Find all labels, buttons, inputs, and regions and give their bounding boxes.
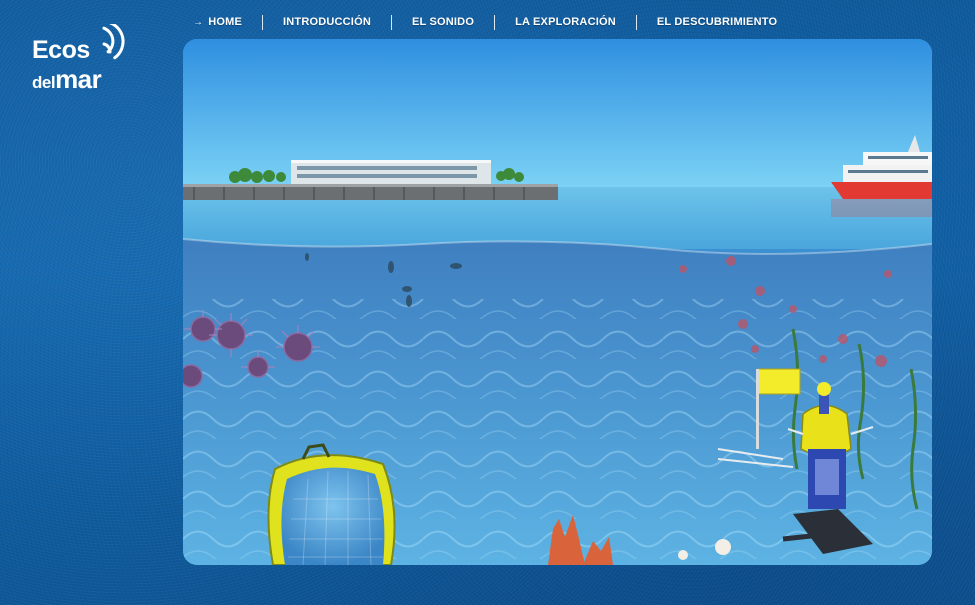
sound-waves-icon <box>102 24 125 60</box>
nav-el-sonido[interactable]: EL SONIDO <box>392 16 494 28</box>
underwater-scene[interactable] <box>183 39 932 565</box>
nav-la-exploracion[interactable]: LA EXPLORACIÓN <box>495 16 636 28</box>
scene-illustration <box>183 39 932 565</box>
nav-home-label: HOME <box>208 16 243 28</box>
main-nav: → HOME INTRODUCCIÓN EL SONIDO LA EXPLORA… <box>190 12 797 32</box>
nav-home[interactable]: → HOME <box>190 16 262 28</box>
logo-word-delmar: delmar <box>32 64 102 94</box>
logo-word-del: del <box>32 73 56 92</box>
nav-el-sonido-label: EL SONIDO <box>411 16 475 28</box>
logo-word-ecos: Ecos <box>32 36 90 64</box>
nav-el-descubrimiento[interactable]: EL DESCUBRIMIENTO <box>637 16 797 28</box>
mesh-bag-illustration <box>267 443 396 565</box>
logo-word-mar: mar <box>55 64 102 94</box>
nav-introduccion[interactable]: INTRODUCCIÓN <box>263 16 391 28</box>
nav-introduccion-label: INTRODUCCIÓN <box>283 16 371 28</box>
ecos-del-mar-logo[interactable]: Ecos delmar <box>32 24 132 94</box>
nav-la-exploracion-label: LA EXPLORACIÓN <box>515 16 616 28</box>
arrow-right-icon: → <box>193 16 204 28</box>
nav-el-descubrimiento-label: EL DESCUBRIMIENTO <box>656 16 778 28</box>
